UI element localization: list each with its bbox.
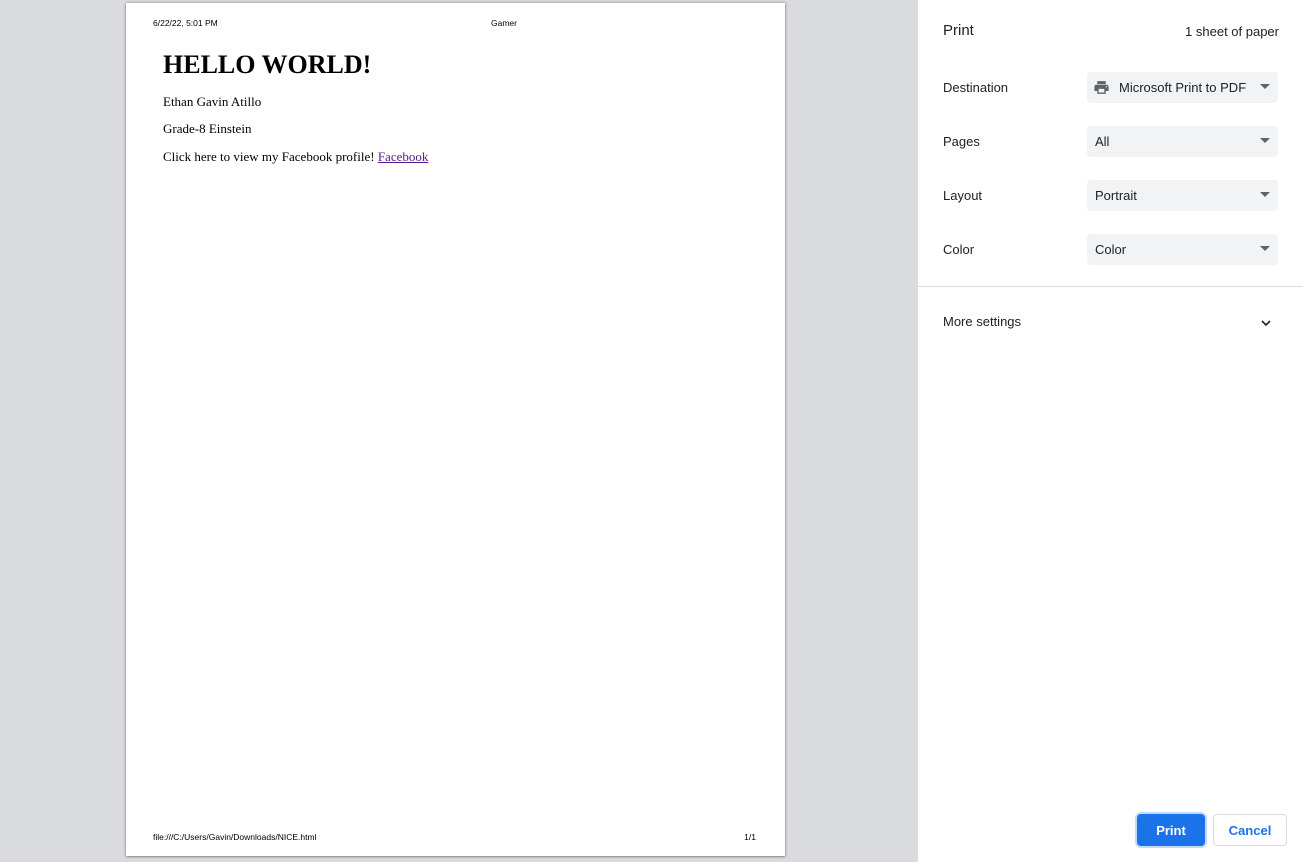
page-line-name: Ethan Gavin Atillo: [163, 94, 262, 109]
print-dialog: 6/22/22, 5:01 PM Gamer HELLO WORLD! Etha…: [0, 0, 1303, 862]
page-header-title: Gamer: [491, 18, 517, 28]
printer-icon: [1094, 81, 1109, 94]
caret-down-icon: [1260, 246, 1270, 251]
pages-label: Pages: [943, 134, 980, 149]
page-line-facebook: Click here to view my Facebook profile! …: [163, 149, 743, 165]
page-footer-page-number: 1/1: [744, 832, 756, 842]
sheet-count: 1 sheet of paper: [1185, 24, 1279, 39]
pages-value: All: [1095, 134, 1110, 149]
preview-page: 6/22/22, 5:01 PM Gamer HELLO WORLD! Etha…: [126, 3, 785, 856]
pages-select[interactable]: All: [1087, 126, 1278, 157]
panel-title: Print: [943, 22, 974, 39]
color-value: Color: [1095, 242, 1127, 257]
print-settings-panel: Print 1 sheet of paper Destination Micro…: [918, 0, 1303, 862]
chevron-down-icon: [1261, 320, 1271, 327]
layout-select[interactable]: Portrait: [1087, 180, 1278, 211]
page-footer-url: file:///C:/Users/Gavin/Downloads/NICE.ht…: [153, 832, 317, 842]
page-content: HELLO WORLD! Ethan Gavin Atillo Grade-8 …: [163, 47, 743, 165]
caret-down-icon: [1260, 84, 1270, 89]
destination-select[interactable]: Microsoft Print to PDF: [1087, 72, 1278, 103]
print-preview-area: 6/22/22, 5:01 PM Gamer HELLO WORLD! Etha…: [0, 0, 918, 862]
facebook-prompt-text: Click here to view my Facebook profile!: [163, 149, 375, 164]
print-button[interactable]: Print: [1137, 814, 1205, 846]
page-header-date: 6/22/22, 5:01 PM: [153, 18, 218, 28]
color-label: Color: [943, 242, 975, 257]
color-select[interactable]: Color: [1087, 234, 1278, 265]
caret-down-icon: [1260, 192, 1270, 197]
more-settings-label: More settings: [943, 314, 1022, 329]
layout-label: Layout: [943, 188, 983, 203]
destination-label: Destination: [943, 80, 1009, 95]
page-heading: HELLO WORLD!: [163, 50, 372, 79]
facebook-link[interactable]: Facebook: [378, 149, 429, 164]
more-settings-toggle[interactable]: More settings: [918, 305, 1303, 339]
destination-value: Microsoft Print to PDF: [1119, 80, 1247, 95]
layout-value: Portrait: [1095, 188, 1137, 203]
page-line-grade: Grade-8 Einstein: [163, 121, 252, 136]
cancel-button[interactable]: Cancel: [1213, 814, 1287, 846]
settings-divider: [918, 286, 1303, 287]
caret-down-icon: [1260, 138, 1270, 143]
